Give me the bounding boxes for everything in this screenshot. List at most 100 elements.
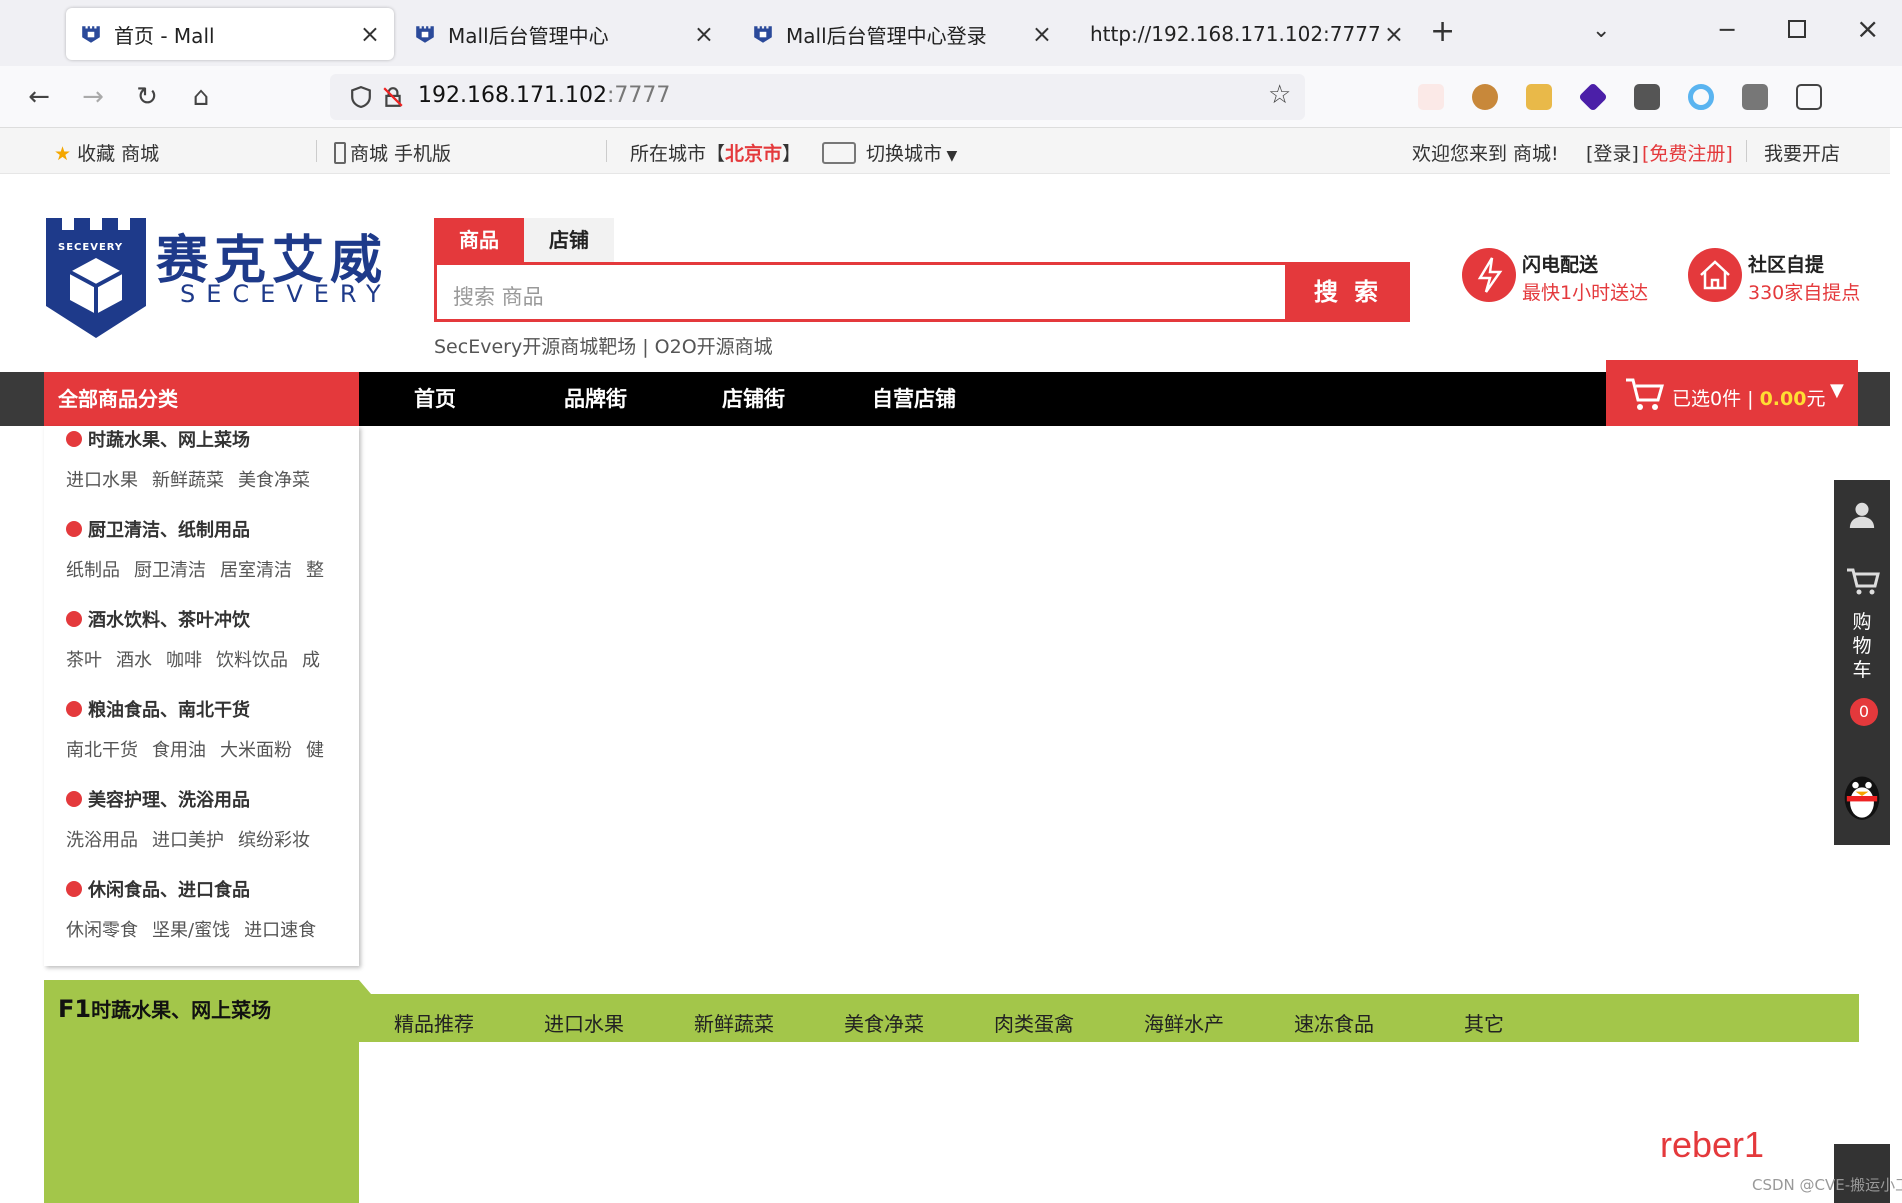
layers-icon[interactable] xyxy=(1578,82,1608,112)
browser-tab[interactable]: Mall后台管理中心 × xyxy=(400,8,728,60)
tab-goods[interactable]: 商品 xyxy=(434,218,524,262)
category-item[interactable]: 美容护理、洗浴用品 洗浴用品 进口美护 缤纷彩妆 xyxy=(66,786,356,852)
right-sidebar-toolbar: 购物车 0 xyxy=(1834,480,1890,845)
category-item[interactable]: 粮油食品、南北干货 南北干货 食用油 大米面粉健 xyxy=(66,696,356,762)
nav-home[interactable]: 首页 xyxy=(414,372,456,426)
search-input[interactable]: 搜索 商品 xyxy=(434,262,1288,322)
floor-tab[interactable]: 精品推荐 xyxy=(394,1008,474,1037)
picture-icon[interactable] xyxy=(1634,84,1660,110)
subcategory-link[interactable]: 大米面粉 xyxy=(220,740,292,761)
drop-icon xyxy=(66,521,82,537)
forward-icon[interactable]: → xyxy=(76,80,110,114)
subcategory-link[interactable]: 咖啡 xyxy=(166,650,202,671)
hot-keywords[interactable]: SecEvery开源商城靶场 | O2O开源商城 xyxy=(434,332,773,359)
floor-tab[interactable]: 海鲜水产 xyxy=(1144,1008,1224,1037)
subcategory-link[interactable]: 成 xyxy=(302,650,320,671)
search-button[interactable]: 搜 索 xyxy=(1286,262,1410,322)
qq-penguin-icon[interactable] xyxy=(1840,770,1884,822)
subcategory-link[interactable]: 厨卫清洁 xyxy=(134,560,206,581)
subcategory-link[interactable]: 进口水果 xyxy=(66,470,138,491)
browser-tab[interactable]: Mall后台管理中心登录 × xyxy=(738,8,1066,60)
cookie-icon[interactable] xyxy=(1472,84,1498,110)
broom-icon[interactable] xyxy=(1526,84,1552,110)
new-tab-button[interactable]: + xyxy=(1430,14,1455,49)
floor-tab[interactable]: 美食净菜 xyxy=(844,1008,924,1037)
mini-cart[interactable]: 已选0件 | 0.00元 ▼ xyxy=(1606,360,1858,426)
browser-tab[interactable]: 首页 - Mall × xyxy=(66,8,394,60)
search-placeholder: 搜索 商品 xyxy=(453,285,544,309)
category-item[interactable]: 时蔬水果、网上菜场 进口水果 新鲜蔬菜 美食净菜 xyxy=(66,426,356,492)
cart-icon[interactable] xyxy=(1846,566,1880,596)
close-window-icon[interactable]: × xyxy=(1856,12,1879,45)
nav-self-operated[interactable]: 自营店铺 xyxy=(872,372,956,426)
floor-tab[interactable]: 进口水果 xyxy=(544,1008,624,1037)
open-shop-link[interactable]: 我要开店 xyxy=(1764,139,1840,166)
subcategory-link[interactable]: 酒水 xyxy=(116,650,152,671)
floor-tab[interactable]: 肉类蛋禽 xyxy=(994,1008,1074,1037)
subcategory-link[interactable]: 进口美护 xyxy=(152,830,224,851)
close-tab-icon[interactable]: × xyxy=(694,20,714,48)
subcategory-link[interactable]: 休闲零食 xyxy=(66,920,138,941)
floor-tab[interactable]: 其它 xyxy=(1464,1008,1504,1037)
close-tab-icon[interactable]: × xyxy=(1384,20,1404,48)
puzzle-icon[interactable] xyxy=(1796,84,1822,110)
category-menu: 时蔬水果、网上菜场 进口水果 新鲜蔬菜 美食净菜 厨卫清洁、纸制用品 纸制品 厨卫清洁… xyxy=(44,426,359,966)
shopping-cart-icon xyxy=(1626,378,1664,410)
calculator-icon[interactable] xyxy=(1742,84,1768,110)
bookmark-star-icon[interactable]: ☆ xyxy=(1268,80,1291,110)
nav-brands[interactable]: 品牌街 xyxy=(564,372,627,426)
home-icon[interactable]: ⌂ xyxy=(184,80,218,114)
subcategory-link[interactable]: 居室清洁 xyxy=(220,560,292,581)
tab-shop[interactable]: 店铺 xyxy=(524,218,614,262)
login-link[interactable]: [登录] xyxy=(1586,139,1639,166)
subcategory-link[interactable]: 坚果/蜜饯 xyxy=(152,920,230,941)
subcategory-link[interactable]: 饮料饮品 xyxy=(216,650,288,671)
feature-sub: 最快1小时送达 xyxy=(1522,282,1649,304)
city-label: 所在城市【 xyxy=(630,143,726,165)
subcategory-link[interactable]: 美食净菜 xyxy=(238,470,310,491)
close-tab-icon[interactable]: × xyxy=(360,20,380,48)
subcategory-link[interactable]: 健 xyxy=(306,740,324,761)
lightning-icon xyxy=(1462,248,1516,302)
close-tab-icon[interactable]: × xyxy=(1032,20,1052,48)
nav-shops[interactable]: 店铺街 xyxy=(722,372,785,426)
truck-icon xyxy=(822,142,856,164)
floor-tab[interactable]: 新鲜蔬菜 xyxy=(694,1008,774,1037)
ring-icon[interactable] xyxy=(1688,84,1714,110)
category-item[interactable]: 厨卫清洁、纸制用品 纸制品 厨卫清洁 居室清洁整 xyxy=(66,516,356,582)
subcategory-link[interactable]: 进口速食 xyxy=(244,920,316,941)
cart-label: 已选0件 | xyxy=(1672,388,1760,410)
subcategory-link[interactable]: 新鲜蔬菜 xyxy=(152,470,224,491)
maximize-icon[interactable] xyxy=(1788,20,1806,38)
register-link[interactable]: [免费注册] xyxy=(1642,139,1733,166)
sidebar-cart-label[interactable]: 购物车 xyxy=(1834,610,1890,682)
subcategory-link[interactable]: 食用油 xyxy=(152,740,206,761)
chevron-down-icon: ▼ xyxy=(942,148,958,164)
logo-en: SECEVERY xyxy=(180,280,392,308)
user-icon[interactable] xyxy=(1848,500,1876,528)
extension-icon[interactable] xyxy=(1418,84,1444,110)
csdn-watermark: CSDN @CVE-搬运小工i xyxy=(1752,1176,1902,1194)
subcategory-link[interactable]: 纸制品 xyxy=(66,560,120,581)
favorite-link[interactable]: ★ 收藏 商城 xyxy=(54,139,159,166)
tab-list-chevron-icon[interactable]: ⌄ xyxy=(1592,18,1610,43)
category-item[interactable]: 休闲食品、进口食品 休闲零食 坚果/蜜饯 进口速食 xyxy=(66,876,356,942)
all-categories-button[interactable]: 全部商品分类 xyxy=(44,372,359,426)
subcategory-link[interactable]: 洗浴用品 xyxy=(66,830,138,851)
mobile-link[interactable]: 商城 手机版 xyxy=(334,139,451,166)
reload-icon[interactable]: ↻ xyxy=(130,80,164,114)
minimize-icon[interactable]: ─ xyxy=(1720,16,1734,44)
category-item[interactable]: 酒水饮料、茶叶冲饮 茶叶 酒水 咖啡 饮料饮品成 xyxy=(66,606,356,672)
subcategory-link[interactable]: 茶叶 xyxy=(66,650,102,671)
tab-title: 首页 - Mall xyxy=(114,23,215,48)
address-bar[interactable]: 192.168.171.102:7777 ☆ xyxy=(330,74,1305,120)
subcategory-link[interactable]: 整 xyxy=(306,560,324,581)
subcategory-link[interactable]: 缤纷彩妆 xyxy=(238,830,310,851)
subcategory-link[interactable]: 南北干货 xyxy=(66,740,138,761)
site-logo[interactable]: SECEVERY 赛克艾威 SECEVERY xyxy=(46,218,406,340)
cosmetics-icon xyxy=(66,791,82,807)
browser-tab[interactable]: http://192.168.171.102:7777/inde × xyxy=(1076,8,1404,60)
floor-tab[interactable]: 速冻食品 xyxy=(1294,1008,1374,1037)
switch-city-button[interactable]: 切换城市 ▼ xyxy=(822,139,957,166)
back-icon[interactable]: ← xyxy=(22,80,56,114)
